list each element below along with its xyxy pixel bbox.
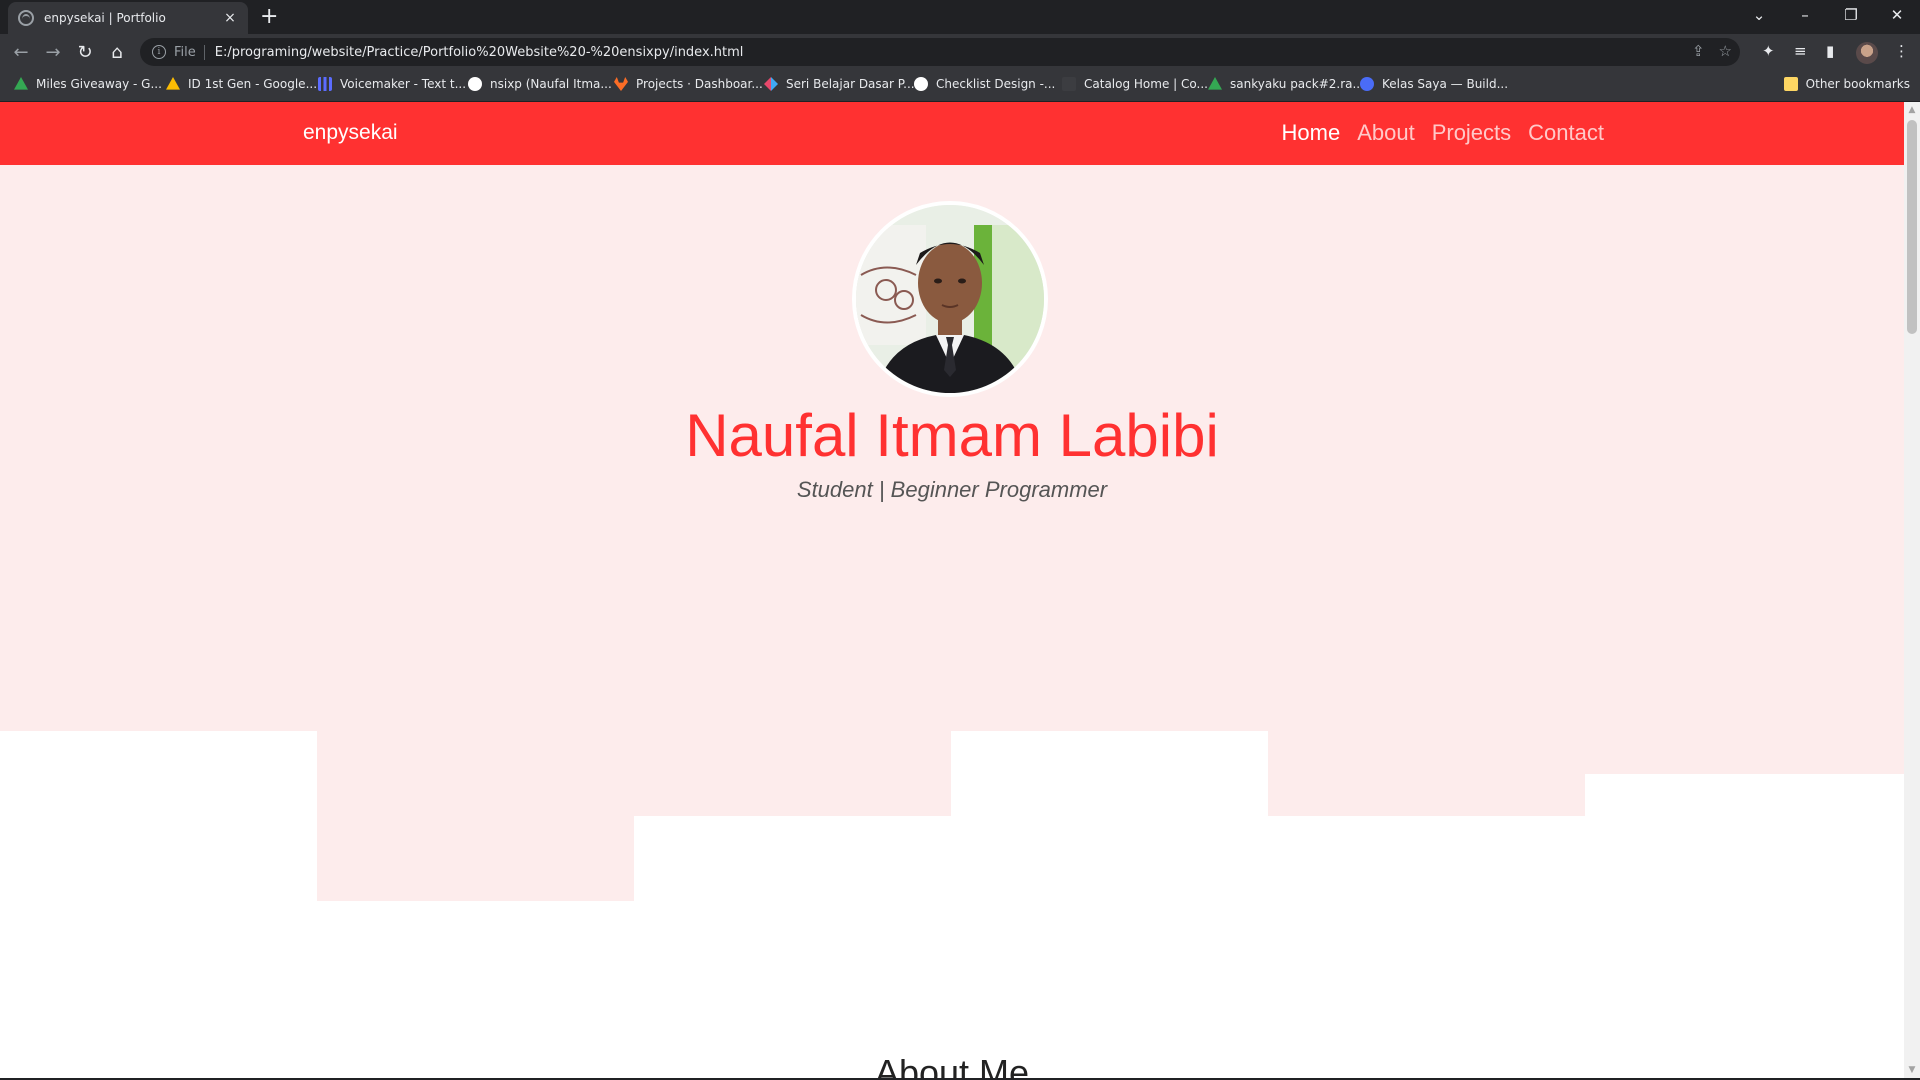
profile-photo-illustration [856, 205, 1044, 393]
profile-avatar[interactable] [1856, 42, 1878, 64]
profile-photo [852, 201, 1048, 397]
extensions-icon[interactable]: ✦ [1762, 42, 1775, 60]
voicemaker-icon [318, 77, 332, 91]
about-heading: About Me [874, 1052, 1030, 1078]
tab-close-icon[interactable]: × [222, 10, 238, 26]
page-scrollbar[interactable]: ▲ ▼ [1904, 102, 1920, 1078]
folder-icon [1783, 77, 1798, 91]
drive-icon [166, 77, 180, 90]
site-brand[interactable]: enpysekai [303, 121, 398, 145]
dicoding-icon [764, 77, 778, 91]
build-icon [1360, 77, 1374, 91]
catalog-icon [1062, 77, 1076, 91]
close-window-button[interactable]: ✕ [1874, 0, 1920, 30]
reload-button[interactable]: ↻ [72, 39, 98, 65]
media-control-icon[interactable]: ≡ [1794, 42, 1807, 60]
drive-icon [14, 77, 28, 90]
bookmark-item[interactable]: Checklist Design -... [914, 77, 1055, 91]
nav-link-home[interactable]: Home [1282, 120, 1341, 146]
address-bar[interactable]: i File E:/programing/website/Practice/Po… [140, 38, 1740, 66]
browser-toolbar: ← → ↻ ⌂ i File E:/programing/website/Pra… [0, 34, 1920, 70]
tab-title: enpysekai | Portfolio [44, 11, 166, 25]
scroll-up-icon[interactable]: ▲ [1904, 102, 1920, 118]
bookmark-item[interactable]: sankyaku pack#2.ra... [1208, 77, 1364, 91]
other-bookmarks-folder[interactable]: Other bookmarks [1783, 77, 1910, 91]
check-icon [914, 77, 928, 91]
bookmark-item[interactable]: Projects · Dashboar... [614, 77, 763, 91]
bookmark-item[interactable]: Miles Giveaway - G... [14, 77, 162, 91]
forward-button[interactable]: → [40, 39, 66, 65]
scroll-down-icon[interactable]: ▼ [1904, 1062, 1920, 1078]
nav-link-contact[interactable]: Contact [1528, 120, 1604, 146]
bookmark-item[interactable]: Catalog Home | Co... [1062, 77, 1208, 91]
bookmark-star-icon[interactable]: ☆ [1719, 42, 1732, 60]
gitlab-icon [614, 77, 628, 91]
wave-step [317, 731, 634, 901]
hero-section: Naufal Itmam Labibi Student | Beginner P… [0, 165, 1904, 731]
new-tab-button[interactable]: + [260, 4, 278, 30]
drive-icon [1208, 77, 1222, 90]
wave-step [634, 731, 951, 816]
tab-active[interactable]: enpysekai | Portfolio × [8, 2, 248, 34]
site-navbar: enpysekai Home About Projects Contact [0, 102, 1904, 165]
hero-name: Naufal Itmam Labibi [685, 402, 1219, 469]
bookmark-item[interactable]: Seri Belajar Dasar P... [764, 77, 915, 91]
menu-icon[interactable]: ⋮ [1894, 42, 1909, 60]
bookmark-item[interactable]: Voicemaker - Text t... [318, 77, 466, 91]
tab-search-icon[interactable]: ⌄ [1736, 0, 1782, 30]
restore-button[interactable]: ❐ [1828, 0, 1874, 30]
bookmarks-bar: Miles Giveaway - G... ID 1st Gen - Googl… [0, 70, 1920, 102]
scheme-label: File [174, 44, 205, 60]
info-icon[interactable]: i [152, 45, 166, 59]
home-button[interactable]: ⌂ [104, 39, 130, 65]
wave-step [1585, 731, 1904, 774]
nav-link-about[interactable]: About [1357, 120, 1415, 146]
url-text[interactable]: E:/programing/website/Practice/Portfolio… [215, 45, 744, 60]
scrollbar-thumb[interactable] [1907, 120, 1917, 334]
github-icon [468, 77, 482, 91]
tab-strip: enpysekai | Portfolio × + ⌄ – ❐ ✕ [0, 0, 1920, 34]
side-panel-icon[interactable]: ▮ [1826, 42, 1834, 60]
back-button[interactable]: ← [8, 39, 34, 65]
page-viewport: enpysekai Home About Projects Contact Na… [0, 102, 1904, 1078]
globe-icon [18, 10, 34, 26]
site-nav-links: Home About Projects Contact [1282, 120, 1605, 146]
wave-step [1268, 731, 1585, 816]
minimize-button[interactable]: – [1782, 0, 1828, 30]
bookmark-item[interactable]: nsixp (Naufal Itma... [468, 77, 612, 91]
share-icon[interactable]: ⇪ [1692, 42, 1705, 60]
bookmark-item[interactable]: ID 1st Gen - Google... [166, 77, 317, 91]
bookmark-item[interactable]: Kelas Saya — Build... [1360, 77, 1508, 91]
nav-link-projects[interactable]: Projects [1432, 120, 1511, 146]
hero-subtitle: Student | Beginner Programmer [796, 477, 1108, 502]
